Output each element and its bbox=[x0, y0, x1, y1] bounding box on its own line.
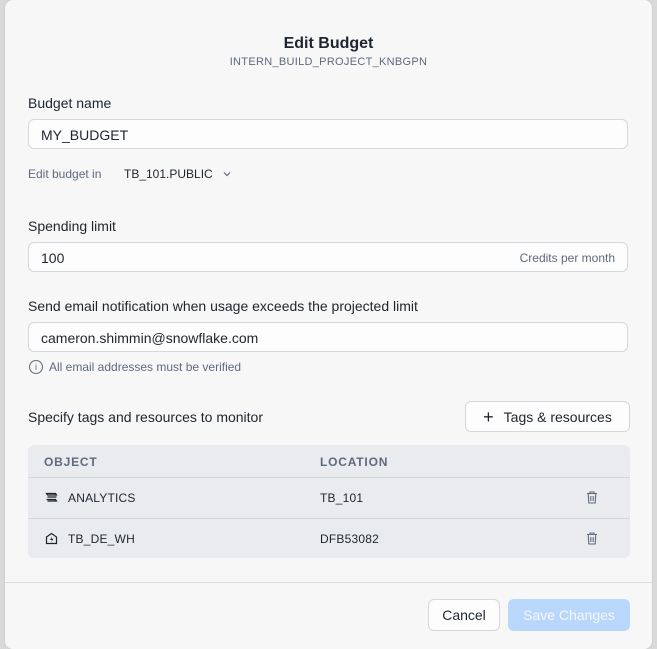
email-notification-label: Send email notification when usage excee… bbox=[28, 298, 418, 314]
column-header-location: LOCATION bbox=[320, 455, 389, 469]
row-location: TB_101 bbox=[320, 491, 364, 505]
spending-limit-value: 100 bbox=[41, 250, 65, 266]
modal-subtitle: INTERN_BUILD_PROJECT_KNBGPN bbox=[229, 56, 428, 68]
budget-name-input[interactable]: MY_BUDGET bbox=[28, 119, 628, 149]
row-object: TB_DE_WH bbox=[68, 532, 135, 546]
budget-name-label: Budget name bbox=[28, 95, 112, 111]
database-icon bbox=[45, 492, 58, 502]
spending-limit-label: Spending limit bbox=[28, 218, 116, 234]
resources-label: Specify tags and resources to monitor bbox=[28, 409, 264, 425]
table-row: ANALYTICS TB_101 bbox=[28, 477, 630, 518]
row-location: DFB53082 bbox=[320, 532, 379, 546]
save-changes-button[interactable]: Save Changes bbox=[508, 599, 630, 631]
row-object: ANALYTICS bbox=[68, 491, 136, 505]
email-hint-text: All email addresses must be verified bbox=[49, 360, 242, 374]
email-value: cameron.shimmin@snowflake.com bbox=[41, 330, 259, 346]
trash-icon[interactable] bbox=[585, 531, 599, 546]
add-tags-resources-button[interactable]: + Tags & resources bbox=[465, 401, 630, 432]
footer-divider bbox=[5, 582, 652, 583]
info-icon: i bbox=[29, 360, 43, 374]
spending-limit-input[interactable]: 100 Credits per month bbox=[28, 242, 628, 272]
warehouse-icon bbox=[45, 532, 58, 545]
add-tags-resources-label: Tags & resources bbox=[503, 408, 612, 425]
trash-icon[interactable] bbox=[585, 490, 599, 505]
edit-budget-in-label: Edit budget in bbox=[28, 167, 102, 181]
chevron-down-icon bbox=[223, 172, 231, 177]
modal-title: Edit Budget bbox=[283, 35, 374, 52]
schema-select[interactable]: TB_101.PUBLIC bbox=[124, 167, 231, 181]
email-input[interactable]: cameron.shimmin@snowflake.com bbox=[28, 322, 628, 352]
cancel-button[interactable]: Cancel bbox=[428, 599, 500, 631]
spending-limit-unit: Credits per month bbox=[519, 251, 615, 265]
table-row: TB_DE_WH DFB53082 bbox=[28, 518, 630, 559]
column-header-object: OBJECT bbox=[44, 455, 98, 469]
budget-name-value: MY_BUDGET bbox=[41, 127, 129, 143]
email-hint: i All email addresses must be verified bbox=[29, 360, 241, 374]
schema-select-value: TB_101.PUBLIC bbox=[124, 167, 213, 181]
plus-icon: + bbox=[483, 406, 494, 427]
edit-budget-modal: Edit Budget INTERN_BUILD_PROJECT_KNBGPN … bbox=[5, 0, 652, 649]
resources-table: OBJECT LOCATION ANALYTICS TB_101 TB_DE_W… bbox=[28, 445, 630, 558]
